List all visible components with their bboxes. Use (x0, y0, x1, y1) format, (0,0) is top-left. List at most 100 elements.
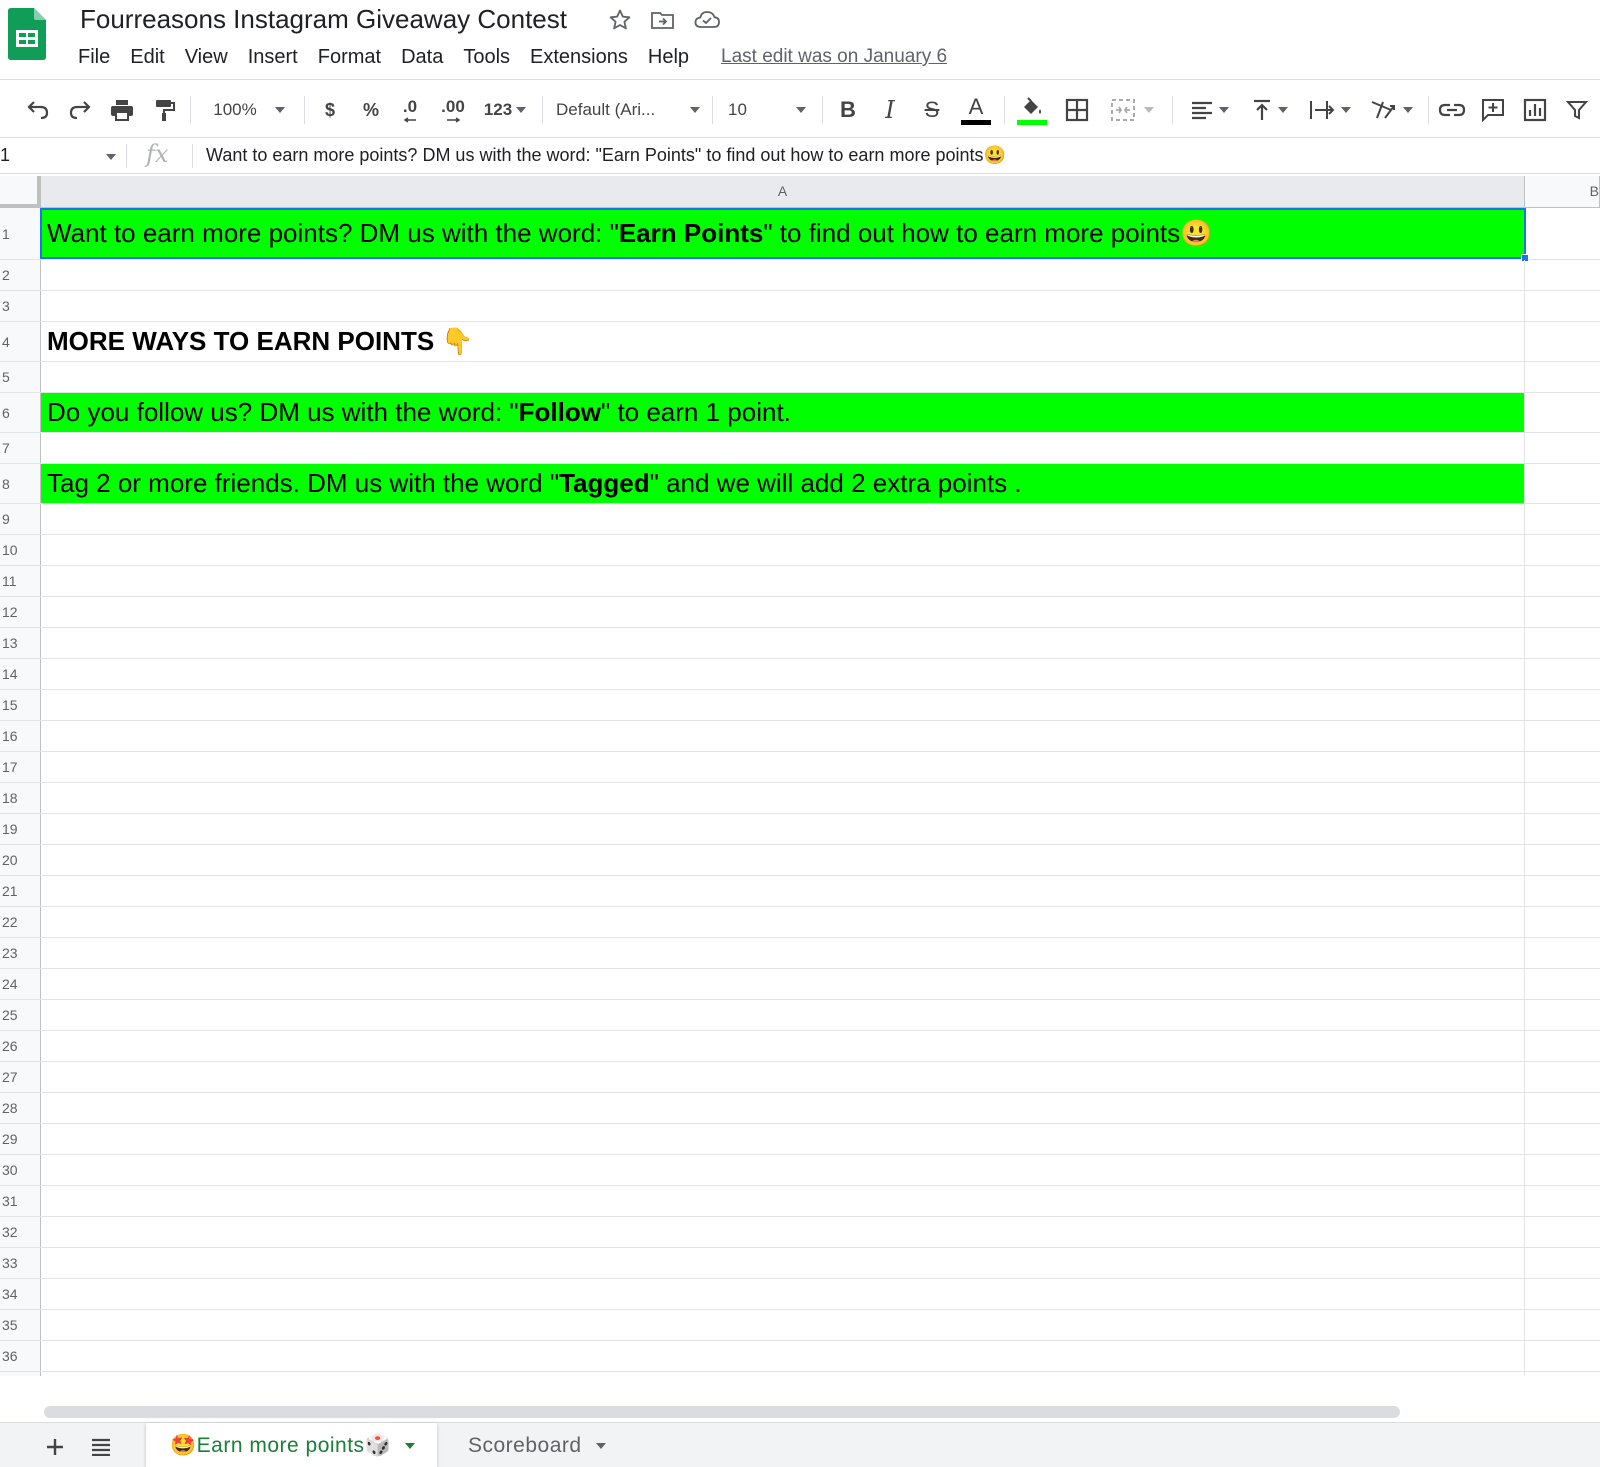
merge-cells-button[interactable] (1104, 92, 1160, 128)
menu-insert[interactable]: Insert (238, 42, 308, 73)
decrease-decimal-button[interactable]: .0 (396, 92, 424, 128)
row-header[interactable]: 30 (0, 1155, 41, 1185)
cell-b7[interactable] (1525, 433, 1600, 463)
row-header[interactable]: 26 (0, 1031, 41, 1061)
cell-a8[interactable]: Tag 2 or more friends. DM us with the wo… (41, 464, 1525, 503)
column-header-b[interactable]: B (1525, 176, 1600, 208)
cell-a3[interactable] (41, 291, 1525, 321)
row-header[interactable]: 25 (0, 1000, 41, 1030)
cell-a22[interactable] (41, 907, 1525, 937)
cell-b33[interactable] (1525, 1248, 1600, 1278)
row-header[interactable]: 6 (0, 393, 41, 432)
vertical-align-button[interactable] (1246, 92, 1294, 128)
cell-a12[interactable] (41, 597, 1525, 627)
row-header[interactable]: 10 (0, 535, 41, 565)
all-sheets-button[interactable] (86, 1433, 116, 1461)
cell-b4[interactable] (1525, 322, 1600, 361)
cell-b8[interactable] (1525, 464, 1600, 503)
increase-decimal-button[interactable]: .00 (436, 92, 470, 128)
cell-b25[interactable] (1525, 1000, 1600, 1030)
cell-b19[interactable] (1525, 814, 1600, 844)
menu-data[interactable]: Data (391, 42, 453, 73)
row-header[interactable]: 7 (0, 433, 41, 463)
cell-a19[interactable] (41, 814, 1525, 844)
text-color-button[interactable]: A (960, 92, 992, 128)
star-icon[interactable] (606, 6, 634, 34)
row-header[interactable]: 5 (0, 362, 41, 392)
row-header[interactable]: 37 (0, 1372, 41, 1376)
cell-b24[interactable] (1525, 969, 1600, 999)
cell-b28[interactable] (1525, 1093, 1600, 1123)
italic-button[interactable]: I (876, 92, 904, 128)
cell-b3[interactable] (1525, 291, 1600, 321)
row-header[interactable]: 16 (0, 721, 41, 751)
row-header[interactable]: 18 (0, 783, 41, 813)
cell-a11[interactable] (41, 566, 1525, 596)
cell-a20[interactable] (41, 845, 1525, 875)
text-rotation-button[interactable] (1364, 92, 1418, 128)
menu-extensions[interactable]: Extensions (520, 42, 638, 73)
cell-a4[interactable]: MORE WAYS TO EARN POINTS 👇 (41, 322, 1525, 361)
document-title[interactable]: Fourreasons Instagram Giveaway Contest (80, 4, 567, 35)
menu-file[interactable]: File (68, 42, 120, 73)
cell-b26[interactable] (1525, 1031, 1600, 1061)
cell-b11[interactable] (1525, 566, 1600, 596)
row-header[interactable]: 31 (0, 1186, 41, 1216)
cell-b37[interactable] (1525, 1372, 1600, 1376)
cell-a27[interactable] (41, 1062, 1525, 1092)
cell-b31[interactable] (1525, 1186, 1600, 1216)
fill-color-button[interactable] (1016, 92, 1048, 128)
row-header[interactable]: 4 (0, 322, 41, 361)
cell-b34[interactable] (1525, 1279, 1600, 1309)
cell-a28[interactable] (41, 1093, 1525, 1123)
chevron-down-icon[interactable] (405, 1442, 416, 1449)
print-icon[interactable] (106, 92, 138, 128)
cell-a30[interactable] (41, 1155, 1525, 1185)
font-family-select[interactable]: Default (Ari... (556, 92, 700, 128)
row-header[interactable]: 11 (0, 566, 41, 596)
redo-icon[interactable] (64, 92, 96, 128)
row-header[interactable]: 33 (0, 1248, 41, 1278)
sheet-tab-scoreboard[interactable]: Scoreboard (444, 1423, 628, 1467)
cell-b27[interactable] (1525, 1062, 1600, 1092)
cell-a10[interactable] (41, 535, 1525, 565)
cell-a23[interactable] (41, 938, 1525, 968)
zoom-select[interactable]: 100% (204, 92, 294, 128)
menu-view[interactable]: View (175, 42, 238, 73)
cell-b5[interactable] (1525, 362, 1600, 392)
cell-a31[interactable] (41, 1186, 1525, 1216)
row-header[interactable]: 22 (0, 907, 41, 937)
cell-b18[interactable] (1525, 783, 1600, 813)
row-header[interactable]: 20 (0, 845, 41, 875)
cell-b29[interactable] (1525, 1124, 1600, 1154)
row-header[interactable]: 1 (0, 208, 41, 259)
cell-a29[interactable] (41, 1124, 1525, 1154)
text-wrapping-button[interactable] (1304, 92, 1356, 128)
cell-b14[interactable] (1525, 659, 1600, 689)
insert-link-icon[interactable] (1436, 92, 1468, 128)
filter-icon[interactable] (1562, 92, 1592, 128)
cell-b23[interactable] (1525, 938, 1600, 968)
cell-a18[interactable] (41, 783, 1525, 813)
bold-button[interactable]: B (834, 92, 862, 128)
menu-format[interactable]: Format (308, 42, 391, 73)
cell-b22[interactable] (1525, 907, 1600, 937)
cell-b32[interactable] (1525, 1217, 1600, 1247)
cell-a13[interactable] (41, 628, 1525, 658)
cell-a32[interactable] (41, 1217, 1525, 1247)
cell-a25[interactable] (41, 1000, 1525, 1030)
row-header[interactable]: 3 (0, 291, 41, 321)
row-header[interactable]: 19 (0, 814, 41, 844)
cell-a33[interactable] (41, 1248, 1525, 1278)
cell-a21[interactable] (41, 876, 1525, 906)
row-header[interactable]: 9 (0, 504, 41, 534)
row-header[interactable]: 15 (0, 690, 41, 720)
sheets-logo-icon[interactable] (8, 8, 46, 60)
row-header[interactable]: 12 (0, 597, 41, 627)
format-currency-button[interactable]: $ (316, 92, 344, 128)
horizontal-align-button[interactable] (1186, 92, 1234, 128)
row-header[interactable]: 13 (0, 628, 41, 658)
cell-a14[interactable] (41, 659, 1525, 689)
cell-a9[interactable] (41, 504, 1525, 534)
cell-b13[interactable] (1525, 628, 1600, 658)
